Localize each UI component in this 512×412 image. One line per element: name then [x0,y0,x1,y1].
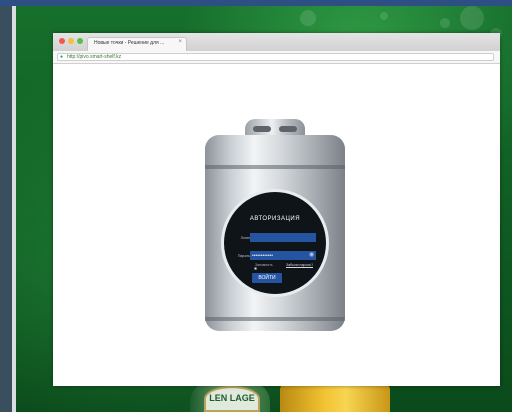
close-icon[interactable]: × [178,39,182,45]
remember-label: Запомнить [255,263,273,267]
keg-body: АВТОРИЗАЦИЯ Логин Пароль ◉ Запомнить Заб… [205,135,345,331]
close-window-button[interactable] [59,38,65,44]
forgot-password-link[interactable]: Забыли пароль? [286,263,313,267]
login-button[interactable]: ВОЙТИ [252,273,282,283]
browser-window: Новые точки - Решение для ... × ● http:/… [53,33,500,386]
bubble-decoration [300,10,316,26]
tab-title: Новые точки - Решение для ... [94,40,165,46]
beer-glass [280,382,390,412]
url-input[interactable]: ● http://pivo.smart-shelf.kz [57,53,494,61]
beer-illustration: LEN LAGE [160,382,400,412]
left-window-edge-highlight [12,6,16,412]
login-input[interactable] [250,233,316,242]
url-text: http://pivo.smart-shelf.kz [67,54,122,60]
bubble-decoration [380,12,388,20]
top-bar [0,0,512,6]
keg-handle-hole [279,126,297,132]
eye-icon[interactable]: ◉ [309,252,315,258]
password-input[interactable] [250,251,316,260]
password-label: Пароль [237,254,250,258]
login-form: АВТОРИЗАЦИЯ Логин Пароль ◉ Запомнить Заб… [221,189,329,297]
address-bar: ● http://pivo.smart-shelf.kz [53,51,500,64]
keg-ring [205,165,345,169]
maximize-window-button[interactable] [77,38,83,44]
browser-tab[interactable]: Новые точки - Решение для ... × [87,37,187,51]
keg-illustration: АВТОРИЗАЦИЯ Логин Пароль ◉ Запомнить Заб… [205,119,345,331]
tab-bar: Новые точки - Решение для ... × [53,33,500,51]
bottle-label: LEN LAGE [204,386,260,412]
remember-checkbox[interactable] [254,267,257,270]
lock-icon: ● [60,54,64,60]
keg-ring [205,317,345,321]
keg-handle-hole [253,126,271,132]
login-label: Логин [240,236,250,240]
login-title: АВТОРИЗАЦИЯ [249,216,301,222]
bubble-decoration [440,18,450,28]
minimize-window-button[interactable] [68,38,74,44]
bubble-decoration [460,6,484,30]
